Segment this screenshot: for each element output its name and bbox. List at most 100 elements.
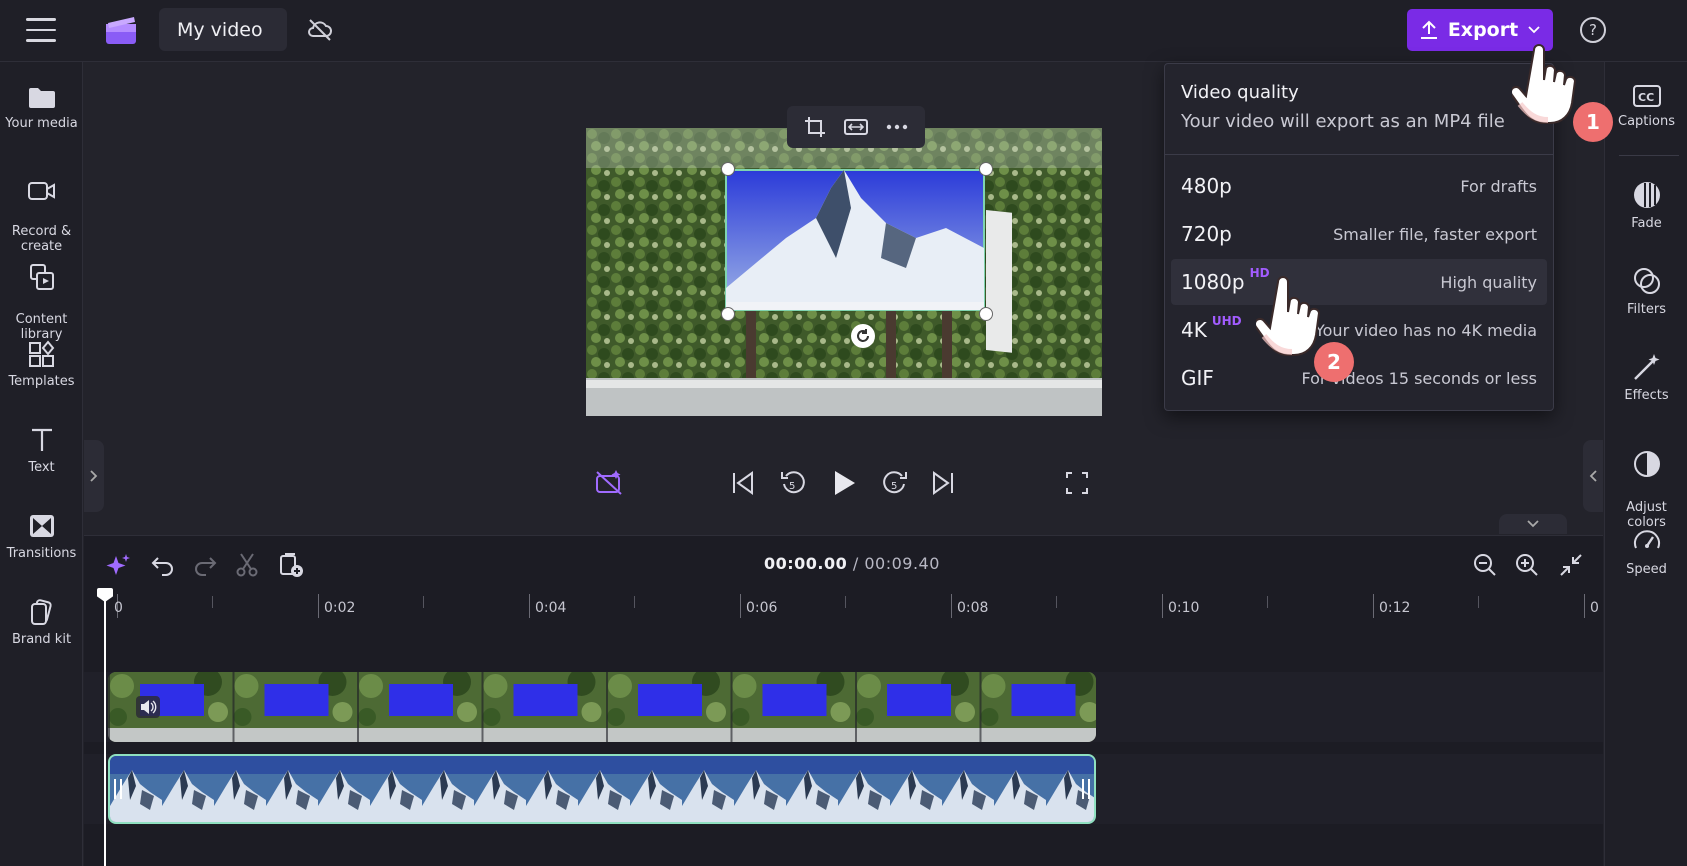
camera-icon — [27, 182, 55, 200]
collapse-preview-button[interactable] — [1499, 514, 1567, 534]
trim-handle-left[interactable] — [114, 779, 122, 799]
redo-icon — [195, 557, 217, 576]
skip-end-icon[interactable] — [930, 468, 956, 498]
more-icon[interactable] — [886, 124, 908, 130]
quality-description: Your video has no 4K media — [1314, 320, 1537, 340]
zoom-out-icon[interactable] — [1472, 550, 1498, 580]
nav-fade[interactable]: Fade — [1605, 180, 1687, 231]
cut-icon — [236, 553, 258, 577]
step-badge-2: 2 — [1314, 342, 1354, 382]
fit-timeline-icon[interactable] — [1558, 550, 1584, 580]
tick-label: 0:12 — [1379, 600, 1411, 616]
svg-text:5: 5 — [891, 481, 897, 492]
app-logo-icon — [106, 17, 136, 44]
menu-icon[interactable] — [26, 18, 56, 42]
tick-label: 0:02 — [324, 600, 356, 616]
divider — [1619, 155, 1679, 156]
nav-templates[interactable]: Templates — [0, 340, 83, 389]
chevron-down-icon — [1527, 520, 1539, 528]
video-preview[interactable] — [586, 128, 1102, 416]
cloud-off-icon[interactable] — [306, 16, 334, 44]
tick-label: 0 — [1590, 600, 1599, 616]
menu-title: Video quality — [1181, 82, 1299, 103]
text-icon — [31, 428, 52, 451]
left-sidebar: Your media Record & create Content libra… — [0, 62, 83, 866]
undo-icon[interactable] — [150, 550, 176, 580]
nav-speed[interactable]: Speed — [1605, 526, 1687, 577]
nav-label: Brand kit — [11, 632, 72, 647]
expand-right-panel-button[interactable] — [1583, 440, 1603, 512]
nav-effects[interactable]: Effects — [1605, 352, 1687, 403]
step-badge-1: 1 — [1573, 102, 1613, 142]
speed-icon — [1633, 530, 1660, 549]
video-clip-mountain[interactable] — [108, 754, 1096, 824]
quality-option-480p[interactable]: 480p For drafts — [1171, 163, 1547, 209]
project-title[interactable]: My video — [159, 8, 287, 51]
clip-thumbnails — [110, 756, 1094, 822]
tick-label: 0 — [114, 600, 123, 616]
nav-transitions[interactable]: Transitions — [0, 512, 83, 561]
quality-description: Smaller file, faster export — [1333, 224, 1537, 244]
nav-adjust-colors[interactable]: Adjust colors — [1605, 434, 1687, 530]
ai-magic-icon[interactable] — [594, 468, 624, 498]
chevron-right-icon — [90, 470, 98, 482]
forward-5-icon[interactable]: 5 — [880, 468, 910, 498]
transitions-icon — [29, 515, 54, 537]
resize-handle-bottom-left[interactable] — [721, 307, 735, 321]
quality-description: For drafts — [1460, 176, 1537, 196]
quality-option-720p[interactable]: 720p Smaller file, faster export — [1171, 211, 1547, 257]
play-icon[interactable] — [830, 468, 858, 498]
quality-label: 480p — [1181, 174, 1232, 198]
timeline-panel: 00:00.00 / 00:09.40 0 0:02 0:04 0:06 0:0… — [84, 535, 1603, 866]
rotate-handle[interactable] — [851, 324, 875, 348]
skip-start-icon[interactable] — [730, 468, 756, 498]
nav-captions[interactable]: CC Captions — [1605, 84, 1687, 129]
effects-icon — [1633, 354, 1659, 380]
tick-label: 0:06 — [746, 600, 778, 616]
export-label: Export — [1447, 19, 1519, 41]
quality-option-1080p[interactable]: 1080p HD High quality — [1171, 259, 1547, 305]
nav-label: Speed — [1626, 562, 1667, 577]
chevron-left-icon — [1589, 470, 1597, 482]
quality-option-gif[interactable]: GIF For videos 15 seconds or less — [1171, 355, 1547, 401]
timeline-ruler[interactable]: 0 0:02 0:04 0:06 0:08 0:10 0:12 0 — [84, 590, 1603, 626]
quality-label: GIF — [1181, 366, 1214, 390]
help-icon[interactable]: ? — [1580, 17, 1606, 43]
nav-text[interactable]: Text — [0, 426, 83, 475]
volume-icon[interactable] — [136, 696, 160, 718]
nav-record-create[interactable]: Record & create — [0, 164, 83, 254]
export-quality-menu: Video quality Your video will export as … — [1164, 63, 1554, 411]
video-frame-image — [586, 128, 1102, 416]
playhead[interactable] — [104, 596, 106, 866]
nav-your-media[interactable]: Your media — [0, 84, 83, 131]
nav-brand-kit[interactable]: Brand kit — [0, 598, 83, 647]
templates-icon — [28, 340, 54, 367]
nav-label: Text — [28, 460, 55, 475]
ai-sparkle-icon[interactable] — [106, 550, 132, 580]
menu-header: Video quality Your video will export as … — [1165, 64, 1553, 155]
total-time: / 00:09.40 — [847, 554, 940, 573]
fullscreen-icon[interactable] — [1064, 468, 1090, 498]
nav-filters[interactable]: Filters — [1605, 266, 1687, 317]
nav-label: Your media — [5, 116, 78, 131]
crop-icon[interactable] — [804, 116, 826, 138]
quality-option-4k[interactable]: 4K UHD Your video has no 4K media — [1171, 307, 1547, 353]
expand-left-panel-button[interactable] — [84, 440, 104, 512]
quality-label: 720p — [1181, 222, 1232, 246]
video-clip-billboard[interactable] — [108, 672, 1096, 742]
add-clip-icon[interactable] — [278, 550, 304, 580]
right-sidebar: CC Captions Fade Filters Effects Adjust … — [1604, 62, 1687, 866]
zoom-in-icon[interactable] — [1514, 550, 1540, 580]
fit-icon[interactable] — [844, 117, 868, 137]
upload-icon — [1420, 20, 1437, 39]
quality-description: High quality — [1440, 272, 1537, 292]
nav-label: Captions — [1618, 114, 1675, 129]
rewind-5-icon[interactable]: 5 — [778, 468, 808, 498]
nav-content-library[interactable]: Content library — [0, 248, 83, 342]
resize-handle-top-left[interactable] — [721, 162, 735, 176]
resize-handle-bottom-right[interactable] — [979, 307, 993, 321]
resize-handle-top-right[interactable] — [979, 162, 993, 176]
help-label: ? — [1589, 21, 1597, 39]
trim-handle-right[interactable] — [1082, 779, 1090, 799]
fade-icon — [1633, 182, 1660, 208]
